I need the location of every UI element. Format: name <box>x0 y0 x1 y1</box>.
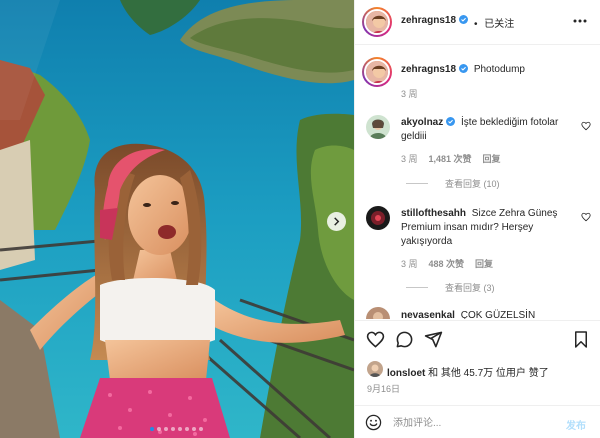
caption-text: Photodump <box>473 64 525 75</box>
comment-author[interactable]: akyolnaz <box>401 117 443 128</box>
carousel-dot <box>199 427 203 431</box>
comment-box-divider <box>354 405 600 406</box>
comments-list[interactable]: zehragns18 Photodump 3 周 akyolnaz İşte b… <box>355 45 600 319</box>
comment-time[interactable]: 3 周 <box>401 152 418 165</box>
liker-avatar[interactable] <box>367 361 383 377</box>
carousel-dot <box>157 427 161 431</box>
comment-avatar[interactable] <box>366 115 390 139</box>
photo-scene <box>0 0 354 438</box>
heart-icon <box>366 331 385 348</box>
view-replies-label[interactable]: 查看回复 (10) <box>445 177 500 190</box>
bookmark-icon <box>575 331 587 348</box>
view-replies[interactable]: 查看回复 (10) <box>406 177 500 190</box>
comment-likes[interactable]: 488 次赞 <box>429 257 465 270</box>
next-photo-button[interactable] <box>327 212 346 231</box>
carousel-dot <box>185 427 189 431</box>
verified-badge-icon <box>459 64 469 73</box>
comment-body: stillofthesahh Sizce Zehra Güneş Premium… <box>401 207 573 249</box>
author-avatar[interactable] <box>364 9 390 35</box>
save-button[interactable] <box>572 330 590 352</box>
view-replies-label[interactable]: 查看回复 (3) <box>445 281 495 294</box>
comment-body: nevasenkal ÇOK GÜZELSİN <box>401 309 573 319</box>
share-icon <box>424 331 443 348</box>
comment-text: ÇOK GÜZELSİN <box>460 310 536 319</box>
chevron-right-icon <box>334 217 340 226</box>
comment-avatar[interactable] <box>366 206 390 230</box>
caption-meta: 3 周 <box>401 87 418 100</box>
verified-badge-icon <box>459 15 469 24</box>
comment-author[interactable]: stillofthesahh <box>401 208 466 219</box>
view-replies[interactable]: 查看回复 (3) <box>406 281 495 294</box>
emoji-button[interactable] <box>365 414 382 434</box>
comment-likes[interactable]: 1,481 次赞 <box>429 152 472 165</box>
caption-time[interactable]: 3 周 <box>401 87 418 100</box>
replies-line <box>406 287 428 288</box>
carousel-dot <box>171 427 175 431</box>
more-options-button[interactable] <box>572 13 588 32</box>
post-photo[interactable] <box>0 0 354 438</box>
add-comment-input[interactable] <box>393 413 553 433</box>
comment-like-heart-icon[interactable] <box>581 212 591 222</box>
post-comment-button[interactable]: 发布 <box>566 417 586 432</box>
caption-avatar[interactable] <box>364 59 390 85</box>
carousel-dot <box>178 427 182 431</box>
avatar-image <box>366 115 390 139</box>
follow-separator-dot: • <box>474 19 478 30</box>
carousel-dot <box>164 427 168 431</box>
comment-time[interactable]: 3 周 <box>401 257 418 270</box>
comment-meta: 3 周 488 次赞 回复 <box>401 257 493 270</box>
avatar-image <box>366 206 390 230</box>
post-date[interactable]: 9月16日 <box>367 382 400 395</box>
comment-body: akyolnaz İşte beklediğim fotolar geldiii <box>401 116 571 144</box>
carousel-indicator <box>150 427 203 431</box>
comment-meta: 3 周 1,481 次赞 回复 <box>401 152 501 165</box>
caption: zehragns18 Photodump <box>401 63 525 77</box>
carousel-dot <box>150 427 154 431</box>
avatar-image <box>367 361 383 377</box>
likes-text[interactable]: 和 其他 45.7万 位用户 赞了 <box>428 368 549 379</box>
more-horizontal-icon <box>573 19 587 23</box>
avatar-image <box>366 307 390 319</box>
emoji-icon <box>365 414 382 431</box>
following-button[interactable]: 已关注 <box>484 19 514 30</box>
header-author[interactable]: zehragns18 <box>401 15 469 26</box>
follow-status[interactable]: • 已关注 <box>474 15 514 30</box>
comment-button[interactable] <box>395 330 414 352</box>
like-button[interactable] <box>366 330 385 352</box>
reply-button[interactable]: 回复 <box>483 152 501 165</box>
comment-icon <box>396 331 413 348</box>
comment-avatar[interactable] <box>366 307 390 319</box>
reply-button[interactable]: 回复 <box>475 257 493 270</box>
replies-line <box>406 183 428 184</box>
share-button[interactable] <box>424 330 443 352</box>
actions-divider <box>354 320 600 321</box>
carousel-dot <box>192 427 196 431</box>
verified-badge-icon <box>446 117 456 126</box>
header-author-name[interactable]: zehragns18 <box>401 15 456 26</box>
comment-author[interactable]: nevasenkal <box>401 310 455 319</box>
caption-author[interactable]: zehragns18 <box>401 64 456 75</box>
likes-summary: lonsloet 和 其他 45.7万 位用户 赞了 <box>387 364 549 379</box>
liker-name[interactable]: lonsloet <box>387 368 425 379</box>
comment-like-heart-icon[interactable] <box>581 121 591 131</box>
